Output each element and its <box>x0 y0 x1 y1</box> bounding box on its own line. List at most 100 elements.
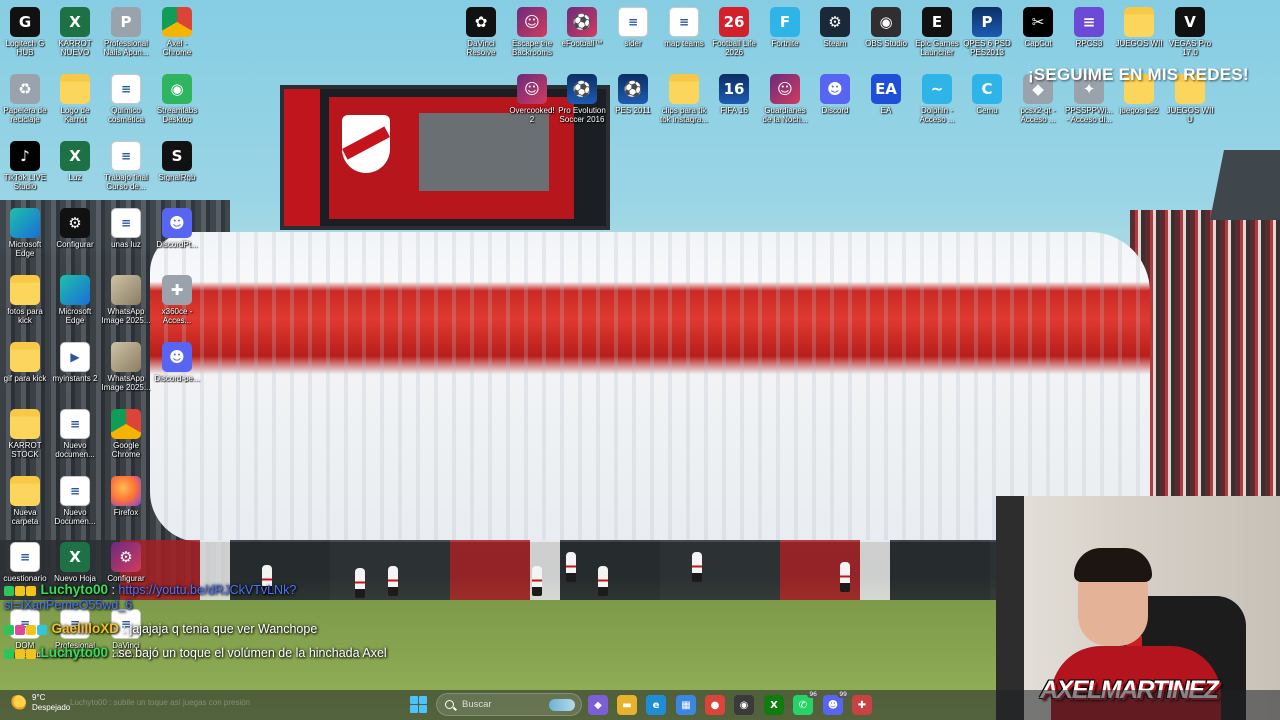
pes-icon: ⚽ <box>567 74 597 104</box>
desktop-icon[interactable]: Microsoft Edge <box>50 271 100 335</box>
desktop-icon[interactable]: E Epic Games Launcher <box>912 3 962 67</box>
desktop-icon[interactable]: ✂ CapCut <box>1013 3 1063 67</box>
desktop-icon[interactable]: Nueva carpeta <box>0 472 50 536</box>
pdf-document-icon: P <box>111 7 141 37</box>
desktop-icon-label: JUEGOS WII U <box>1166 106 1214 124</box>
desktop-icon[interactable]: ☻ DiscordPt... <box>152 204 202 268</box>
desktop-icon[interactable]: clips para tik tok instagra... <box>659 70 709 134</box>
desktop-icon[interactable]: C Cemu <box>962 70 1012 134</box>
whatsapp-icon[interactable]: ✆ 96 <box>793 691 819 715</box>
desktop-icon[interactable]: 26 Football Life 2026 <box>709 3 759 67</box>
chrome-icon[interactable]: ● <box>705 695 725 715</box>
desktop-icon-label: map teams <box>664 39 704 48</box>
desktop-icon-label: juegos ps2 <box>1119 106 1159 115</box>
desktop-icon[interactable]: ⚙ Steam <box>810 3 860 67</box>
pes-icon: P <box>972 7 1002 37</box>
xbox-icon[interactable]: X <box>764 695 784 715</box>
desktop-icon[interactable]: Microsoft Edge <box>0 204 50 268</box>
desktop-icon[interactable]: ≡ Nuevo Documen... <box>50 472 100 536</box>
desktop-icon-label: Steam <box>823 39 847 48</box>
obs-icon[interactable]: ◉ <box>734 695 754 715</box>
efootball-icon: ⚽ <box>567 7 597 37</box>
cemu-icon: C <box>972 74 1002 104</box>
desktop-icon-label: Google Chrome <box>111 441 141 459</box>
desktop-icon[interactable]: ☻ Discord-pe... <box>152 338 202 402</box>
widgets-icon[interactable]: ◆ <box>588 695 608 715</box>
desktop-icon[interactable]: WhatsApp Image 2025... <box>101 338 151 402</box>
ea-icon: EA <box>871 74 901 104</box>
desktop-icon[interactable]: ✚ x360ce - Acces... <box>152 271 202 335</box>
desktop-icon[interactable]: ▶ myinstants 2 <box>50 338 100 402</box>
desktop-icon[interactable]: ♻ Papelera de reciclaje <box>0 70 50 134</box>
desktop-icon[interactable]: ⚽ PES 2011 <box>608 70 658 134</box>
desktop-icon[interactable]: Firefox <box>101 472 151 536</box>
start-button[interactable] <box>410 696 427 713</box>
desktop-icon[interactable]: ☺ Overcooked! 2 <box>507 70 557 134</box>
desktop-icon[interactable]: ⚽ Pro Evolution Soccer 2016 <box>557 70 607 134</box>
desktop-icon[interactable]: ✿ DaVinci Resolve <box>456 3 506 67</box>
microsoft-store-icon[interactable]: ▦ <box>676 695 696 715</box>
desktop-icon[interactable]: JUEGOS WII <box>1114 3 1164 67</box>
desktop-icon[interactable]: ≡ Químico cosmética <box>101 70 151 134</box>
desktop-icon[interactable]: KARROT STOCK <box>0 405 50 469</box>
folder-icon <box>669 74 699 104</box>
document-icon: ≡ <box>669 7 699 37</box>
desktop-icon[interactable]: ♪ TikTok LIVE Studio <box>0 137 50 201</box>
document-icon: ≡ <box>60 476 90 506</box>
desktop-icon-label: JUEGOS WII <box>1115 39 1163 48</box>
desktop-icon[interactable]: P Professional Nails Apun... <box>101 3 151 67</box>
search-highlight-icon <box>549 698 575 711</box>
stream-chat-overlay: Luchyto00 : https://youtu.be/dRJCkVTvLNk… <box>0 582 420 662</box>
search-placeholder: Buscar <box>462 699 492 710</box>
desktop-icon[interactable]: X Luz <box>50 137 100 201</box>
weather-widget[interactable]: 9°C Despejado <box>10 693 70 713</box>
desktop-icon[interactable]: ≡ unas luz <box>101 204 151 268</box>
desktop-icon[interactable]: ≡ map teams <box>659 3 709 67</box>
desktop-icon-label: Fortnite <box>771 39 799 48</box>
desktop-icon[interactable]: ≡ Nuevo documen... <box>50 405 100 469</box>
desktop-icon[interactable]: EA EA <box>861 70 911 134</box>
desktop-icon[interactable]: ~ Dolphin - Acceso ... <box>912 70 962 134</box>
desktop-icon[interactable]: Axel - Chrome <box>152 3 202 67</box>
discord-icon: ☻ <box>820 74 850 104</box>
desktop-icon-label: FIFA 16 <box>720 106 748 115</box>
desktop-icon[interactable]: ≡ RPCS3 <box>1064 3 1114 67</box>
desktop-icon[interactable]: ☺ Escape the Backrooms <box>507 3 557 67</box>
desktop-icon[interactable]: S SignalRgb <box>152 137 202 201</box>
desktop-icon[interactable]: X KARROT NUEVO <box>50 3 100 67</box>
desktop-icon[interactable]: Google Chrome <box>101 405 151 469</box>
desktop-icon[interactable]: ◉ Streamlabs Desktop <box>152 70 202 134</box>
desktop-icon[interactable]: ☺ Guardianes de la Noch... <box>760 70 810 134</box>
folder-icon <box>10 476 40 506</box>
desktop-icon[interactable]: gif para kick <box>0 338 50 402</box>
tiktok-icon: ♪ <box>10 141 40 171</box>
discord-icon[interactable]: ☻ 99 <box>823 691 849 715</box>
desktop-icon[interactable]: 16 FIFA 16 <box>709 70 759 134</box>
desktop-icon-label: Trabajo final Curso de... <box>104 173 148 191</box>
desktop-icon[interactable]: ≡ Trabajo final Curso de... <box>101 137 151 201</box>
edge-icon[interactable]: e <box>646 695 666 715</box>
desktop-icon[interactable]: ◉ OBS Studio <box>861 3 911 67</box>
desktop-icon[interactable]: V VEGAS Pro 17.0 <box>1165 3 1215 67</box>
desktop-icon[interactable]: fotos para kick <box>0 271 50 335</box>
desktop-icon[interactable]: ⚙ Configurar <box>50 204 100 268</box>
desktop-icon[interactable]: ☻ Discord <box>810 70 860 134</box>
taskbar-app-glyph: ✆ <box>798 699 808 711</box>
capcut-icon: ✂ <box>1023 7 1053 37</box>
edge-icon <box>60 275 90 305</box>
taskbar-search-box[interactable]: Buscar <box>436 693 582 716</box>
desktop-icon-label: Discord <box>821 106 849 115</box>
desktop-icon[interactable]: ≡ sider <box>608 3 658 67</box>
folder-icon <box>60 74 90 104</box>
desktop-icon[interactable]: ⚽ eFootball™ <box>557 3 607 67</box>
file-explorer-icon[interactable]: ▬ <box>617 695 637 715</box>
desktop-icon[interactable]: WhatsApp Image 2025... <box>101 271 151 335</box>
desktop-icon[interactable]: Logo de Karrot <box>50 70 100 134</box>
desktop-icon[interactable]: F Fortnite <box>760 3 810 67</box>
taskbar-app-glyph: ▦ <box>681 699 691 711</box>
desktop-icon-label: PPSSPPWi... - Acceso di... <box>1064 106 1113 124</box>
desktop-icon-label: Nueva carpeta <box>11 508 39 526</box>
desktop-icon[interactable]: G Logitech G HUB <box>0 3 50 67</box>
gamepad-icon[interactable]: ✚ <box>852 695 872 715</box>
desktop-icon[interactable]: P QPES 6 PSD PES2013 <box>962 3 1012 67</box>
